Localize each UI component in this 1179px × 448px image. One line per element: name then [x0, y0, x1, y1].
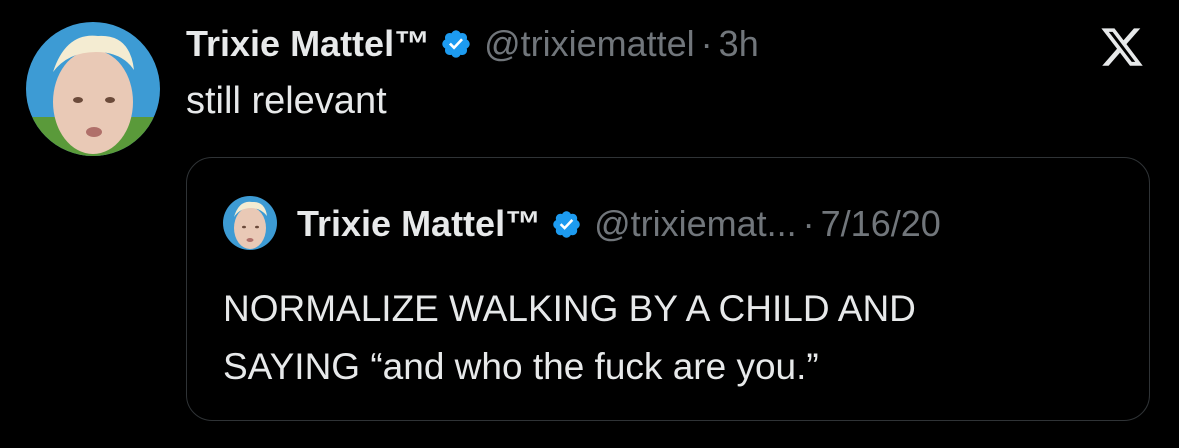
- quoted-tweet-text: NORMALIZE WALKING BY A CHILD AND SAYING …: [223, 280, 1123, 396]
- quoted-tweet-header: Trixie Mattel™ @trixiemat... · 7/16/20: [297, 200, 941, 248]
- quoted-tweet-timestamp[interactable]: 7/16/20: [821, 203, 941, 245]
- tweet-timestamp[interactable]: 3h: [719, 23, 759, 65]
- tweet-text: still relevant: [186, 80, 387, 122]
- quoted-tweet[interactable]: Trixie Mattel™ @trixiemat... · 7/16/20 N…: [186, 157, 1150, 421]
- author-handle[interactable]: @trixiemattel: [484, 23, 695, 65]
- separator-dot: ·: [700, 23, 713, 64]
- avatar-image: [26, 22, 160, 156]
- separator-dot: ·: [802, 203, 815, 244]
- tweet-header: Trixie Mattel™ @trixiemattel · 3h: [186, 18, 759, 70]
- tweet-card[interactable]: Trixie Mattel™ @trixiemattel · 3h still …: [0, 0, 1179, 448]
- quoted-text-line-1: NORMALIZE WALKING BY A CHILD AND: [223, 288, 916, 329]
- quoted-avatar-image: [223, 196, 277, 250]
- quoted-author-avatar[interactable]: [223, 196, 277, 250]
- author-avatar[interactable]: [26, 22, 160, 156]
- verified-badge-icon[interactable]: [440, 28, 472, 60]
- x-logo-icon[interactable]: [1096, 24, 1148, 70]
- quoted-author-handle[interactable]: @trixiemat...: [594, 203, 797, 245]
- quoted-author-name[interactable]: Trixie Mattel™: [297, 203, 541, 245]
- quoted-text-line-2: SAYING “and who the fuck are you.”: [223, 346, 819, 387]
- author-name[interactable]: Trixie Mattel™: [186, 23, 430, 65]
- verified-badge-icon[interactable]: [551, 209, 582, 240]
